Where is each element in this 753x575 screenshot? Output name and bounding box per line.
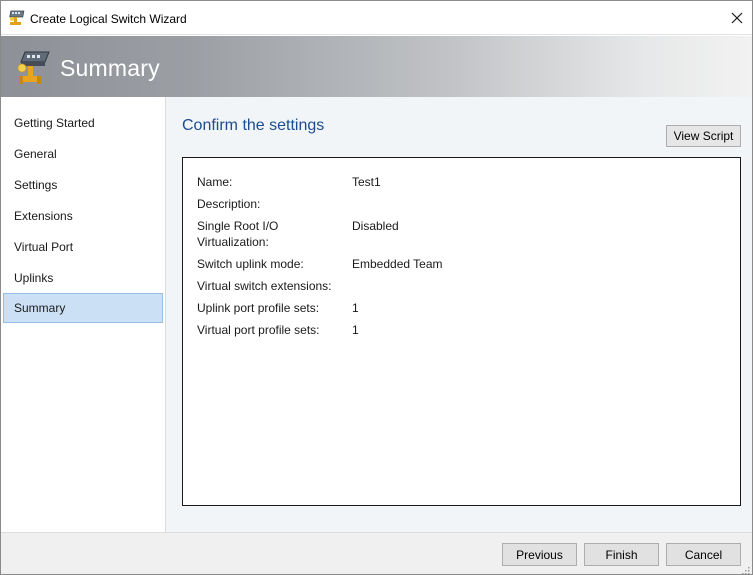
close-icon [731,12,743,24]
sidebar-item-virtual-port[interactable]: Virtual Port [3,232,163,262]
cancel-button[interactable]: Cancel [666,543,741,566]
setting-label: Switch uplink mode: [197,257,304,271]
close-button[interactable] [722,1,752,35]
setting-value: Embedded Team [352,257,443,271]
sidebar-item-settings[interactable]: Settings [3,170,163,200]
main-content: Confirm the settings View Script Name: T… [166,97,752,532]
sidebar-item-summary[interactable]: Summary [3,293,163,323]
page-title: Summary [60,55,160,81]
title-bar: Create Logical Switch Wizard [1,1,752,35]
setting-value: Test1 [352,175,381,189]
page-banner: Summary [1,36,752,97]
network-switch-icon [15,48,51,84]
setting-label: Uplink port profile sets: [197,301,320,315]
app-icon [8,10,26,26]
setting-label: Single Root I/O Virtualization: [197,219,279,249]
setting-value: 1 [352,323,359,337]
setting-label: Virtual switch extensions: [197,279,332,293]
setting-label: Virtual port profile sets: [197,323,320,337]
setting-label: Name: [197,175,233,189]
sidebar-item-extensions[interactable]: Extensions [3,201,163,231]
view-script-button[interactable]: View Script [666,125,741,147]
resize-grip-icon[interactable] [740,564,750,574]
window-title: Create Logical Switch Wizard [30,12,187,26]
wizard-steps-sidebar: Getting Started General Settings Extensi… [1,97,166,532]
sidebar-item-uplinks[interactable]: Uplinks [3,263,163,293]
setting-value: Disabled [352,219,399,233]
sidebar-item-general[interactable]: General [3,139,163,169]
settings-summary-panel: Name: Test1 Description: Single Root I/O… [182,157,741,506]
setting-label: Description: [197,197,261,211]
wizard-footer: Previous Finish Cancel [1,532,752,574]
finish-button[interactable]: Finish [584,543,659,566]
wizard-window: Create Logical Switch Wizard Summary Get… [0,0,753,575]
setting-value: 1 [352,301,359,315]
sidebar-item-getting-started[interactable]: Getting Started [3,108,163,138]
previous-button[interactable]: Previous [502,543,577,566]
section-heading: Confirm the settings [182,117,325,134]
